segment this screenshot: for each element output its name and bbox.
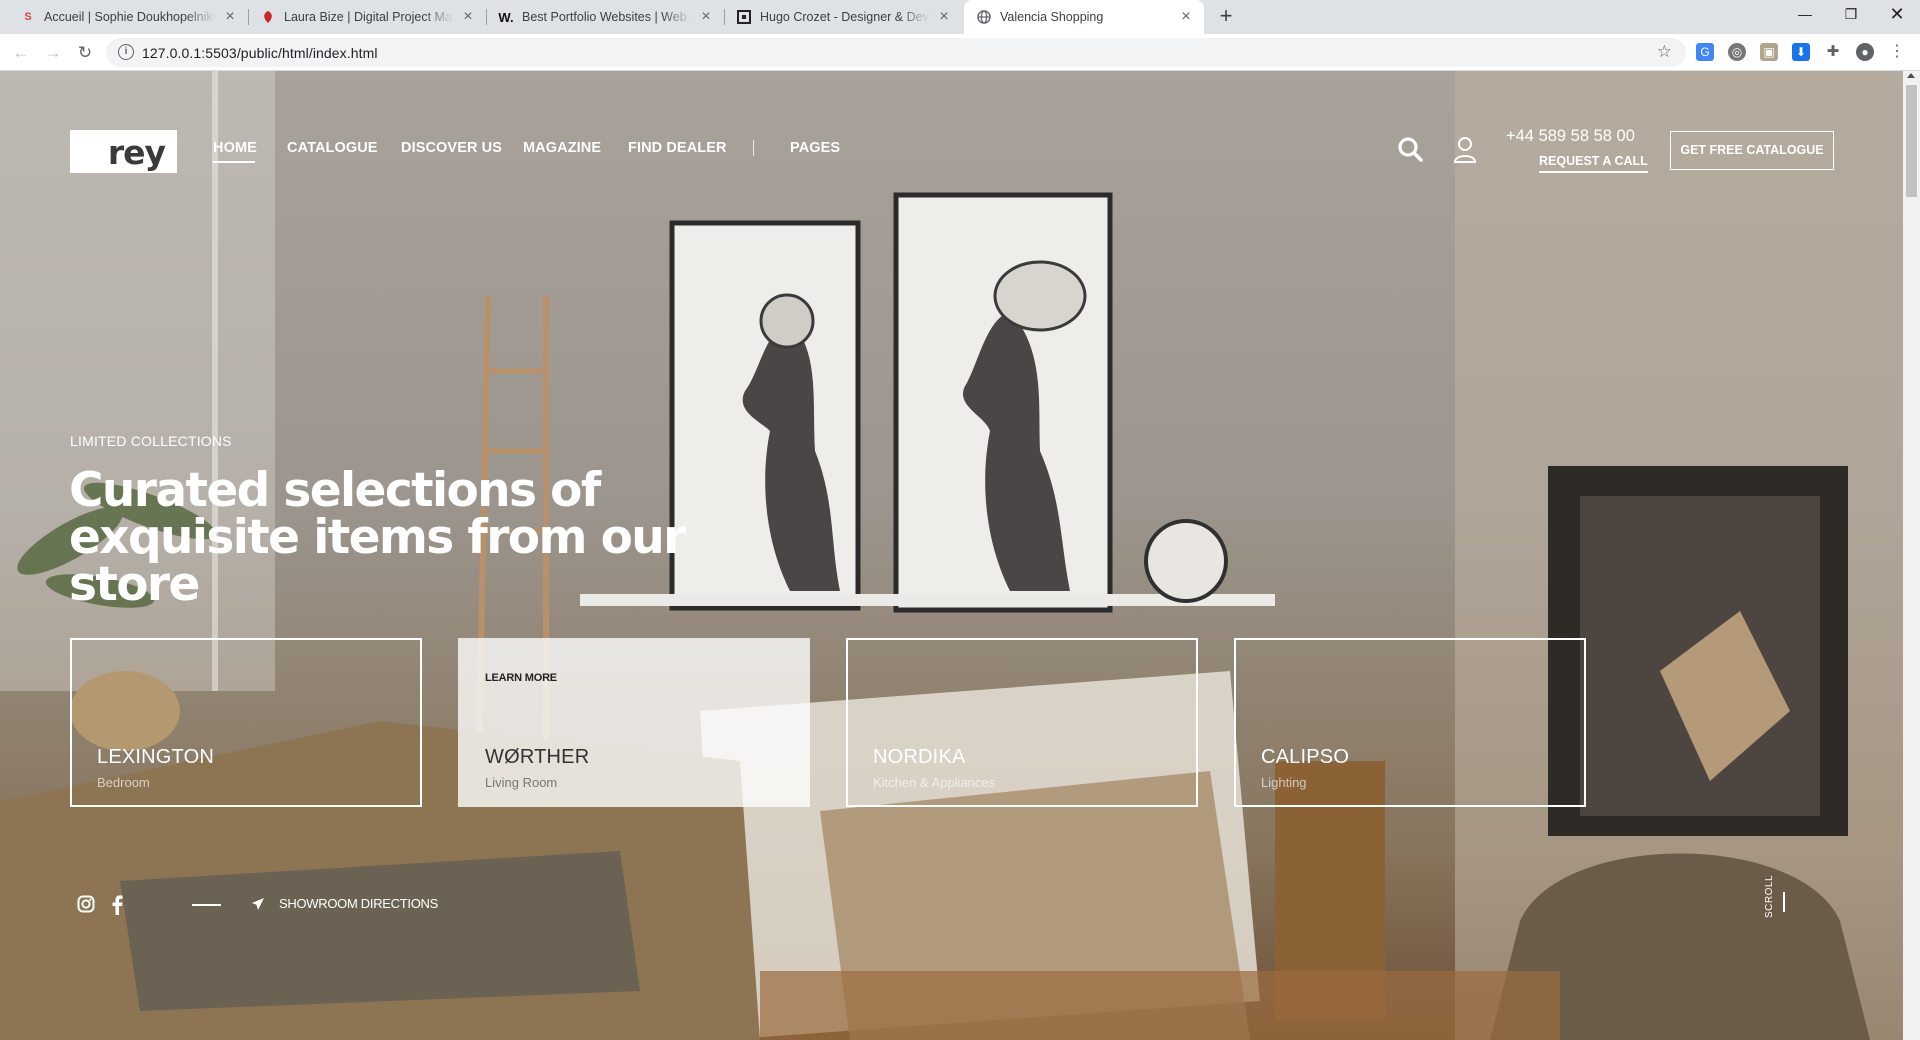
page-scrollbar[interactable] [1903, 71, 1920, 1040]
hero-title: Curated selections of exquisite items fr… [69, 463, 686, 612]
tab-title: Best Portfolio Websites | Web Design Ins… [522, 10, 692, 24]
nav-divider [753, 140, 754, 156]
showroom-directions-link[interactable]: SHOWROOM DIRECTIONS [279, 896, 438, 911]
restore-icon[interactable]: ❐ [1828, 0, 1874, 30]
tab-strip: S Accueil | Sophie Doukhopelnikoff × Lau… [0, 0, 1920, 34]
nav-magazine[interactable]: MAGAZINE [523, 140, 601, 156]
instagram-icon[interactable] [77, 895, 95, 918]
phone-number[interactable]: +44 589 58 58 00 [1506, 127, 1635, 146]
nav-active-indicator [213, 161, 255, 163]
tab-0[interactable]: S Accueil | Sophie Doukhopelnikoff × [8, 0, 248, 34]
tab-2[interactable]: W. Best Portfolio Websites | Web Design … [486, 0, 724, 34]
close-icon[interactable]: × [222, 9, 238, 25]
user-icon[interactable] [1453, 136, 1477, 169]
tab-title: Hugo Crozet - Designer & Developer [760, 10, 930, 24]
forward-icon[interactable]: → [40, 40, 66, 66]
globe-extension-icon[interactable]: ◎ [1728, 43, 1746, 61]
close-icon[interactable]: × [698, 9, 714, 25]
nav-pages[interactable]: PAGES [790, 140, 840, 156]
back-icon[interactable]: ← [8, 40, 34, 66]
window-close-icon[interactable]: ✕ [1874, 0, 1920, 30]
new-tab-button[interactable]: + [1212, 4, 1240, 30]
card-title: NORDIKA [873, 746, 966, 768]
scroll-indicator-line [1783, 892, 1785, 912]
close-icon[interactable]: × [1178, 9, 1194, 25]
address-bar[interactable]: i 127.0.0.1:5503/public/html/index.html … [106, 38, 1686, 67]
reload-icon[interactable]: ↻ [72, 40, 98, 66]
w-logo-icon: W. [498, 9, 514, 25]
image-extension-icon[interactable]: ▣ [1760, 43, 1778, 61]
collection-card-nordika[interactable]: NORDIKA Kitchen & Appliances [846, 638, 1198, 807]
collection-card-worther[interactable]: LEARN MORE WØRTHER Living Room [458, 638, 810, 807]
search-icon[interactable] [1397, 136, 1423, 167]
card-category: Lighting [1261, 775, 1307, 790]
facebook-icon[interactable] [111, 895, 123, 920]
hero-eyebrow: LIMITED COLLECTIONS [70, 433, 232, 449]
tab-title: Laura Bize | Digital Project Manager [284, 10, 454, 24]
collection-card-calipso[interactable]: CALIPSO Lighting [1234, 638, 1586, 807]
menu-dots-icon[interactable]: ⋮ [1888, 43, 1906, 61]
tab-title: Accueil | Sophie Doukhopelnikoff [44, 10, 216, 24]
red-leaf-icon [260, 9, 276, 25]
nav-discover-us[interactable]: DISCOVER US [401, 140, 502, 156]
scroll-up-arrow-icon[interactable] [1907, 73, 1915, 78]
globe-icon [976, 9, 992, 25]
scrollbar-thumb[interactable] [1906, 85, 1917, 197]
tab-3[interactable]: Hugo Crozet - Designer & Developer × [724, 0, 962, 34]
tab-1[interactable]: Laura Bize | Digital Project Manager × [248, 0, 486, 34]
download-extension-icon[interactable]: ⬇ [1792, 43, 1810, 61]
collection-card-lexington[interactable]: LEXINGTON Bedroom [70, 638, 422, 807]
browser-toolbar: ← → ↻ i 127.0.0.1:5503/public/html/index… [0, 34, 1920, 71]
card-category: Bedroom [97, 775, 150, 790]
send-icon [251, 897, 265, 916]
request-call-link[interactable]: REQUEST A CALL [1539, 154, 1648, 173]
tab-active[interactable]: Valencia Shopping × [964, 0, 1204, 34]
nav-find-dealer[interactable]: FIND DEALER [628, 140, 727, 156]
minimize-icon[interactable]: — [1782, 0, 1828, 30]
site-info-icon[interactable]: i [118, 44, 134, 60]
hc-logo-icon [736, 9, 752, 25]
get-catalogue-button[interactable]: GET FREE CATALOGUE [1670, 131, 1834, 170]
card-title: WØRTHER [485, 746, 590, 768]
profile-icon[interactable]: ● [1856, 43, 1874, 61]
sd-logo-icon: S [24, 11, 32, 23]
card-title: CALIPSO [1261, 746, 1350, 768]
nav-home[interactable]: HOME [213, 140, 257, 156]
card-category: Living Room [485, 775, 558, 790]
nav-catalogue[interactable]: CATALOGUE [287, 140, 378, 156]
logo-text: rey [107, 133, 166, 172]
close-icon[interactable]: × [460, 9, 476, 25]
learn-more-link[interactable]: LEARN MORE [485, 672, 557, 684]
card-category: Kitchen & Appliances [873, 775, 996, 790]
card-title: LEXINGTON [97, 746, 215, 768]
translate-extension-icon[interactable]: G [1696, 43, 1714, 61]
divider-dash [192, 904, 221, 906]
bookmark-star-icon[interactable]: ☆ [1657, 42, 1672, 62]
page-viewport: rey HOME CATALOGUE DISCOVER US MAGAZINE … [0, 71, 1903, 1040]
scroll-indicator-label: SCROLL [1764, 874, 1775, 918]
url-text[interactable]: 127.0.0.1:5503/public/html/index.html [142, 45, 378, 61]
close-icon[interactable]: × [936, 9, 952, 25]
site-logo[interactable]: rey [70, 130, 177, 173]
tab-title: Valencia Shopping [1000, 10, 1104, 24]
extensions-puzzle-icon[interactable]: ✚ [1824, 43, 1842, 61]
